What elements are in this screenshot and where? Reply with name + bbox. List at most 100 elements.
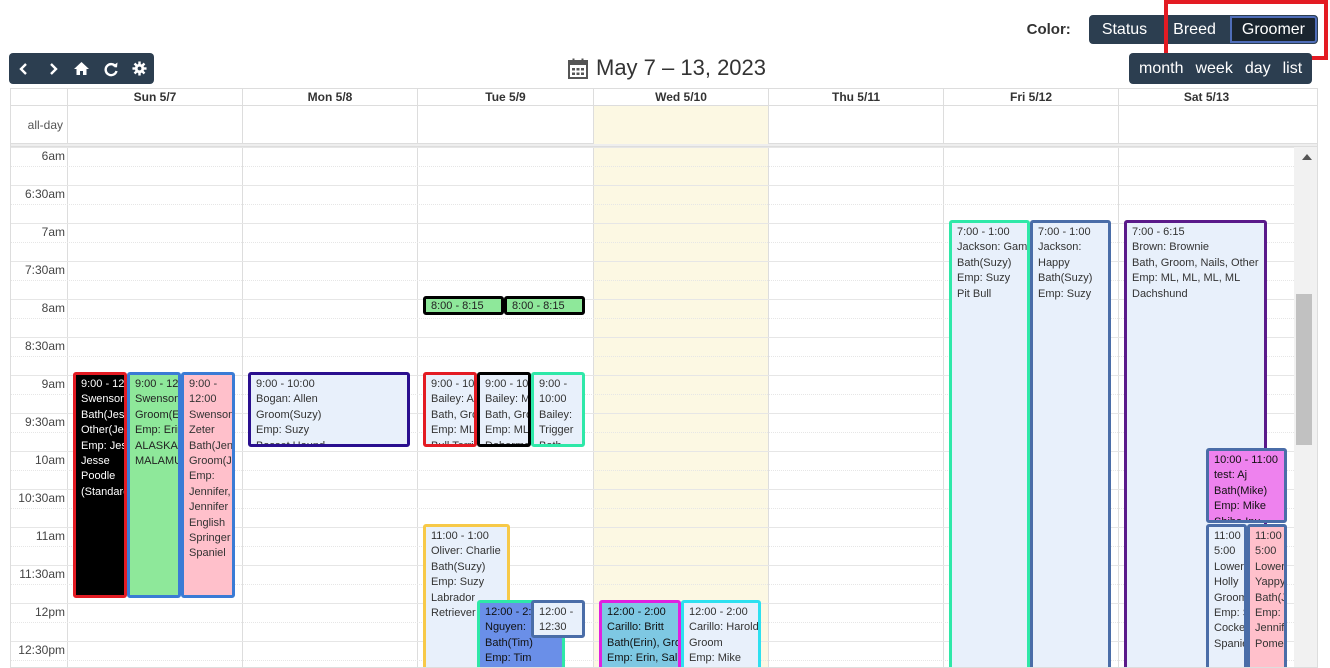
color-breed-button[interactable]: Breed [1160, 15, 1229, 44]
time-label: 9am [41, 377, 65, 391]
event-block[interactable]: 11:00 - 5:00 Lowery: Holly Groom(Emp: S Cocke… [1206, 524, 1247, 667]
event-text-line: Emp: Mike [689, 652, 741, 665]
event-text-line: Bailey: [539, 408, 573, 421]
allday-cell[interactable] [67, 106, 242, 144]
event-text-line: Bailey: Ac [431, 393, 477, 406]
event-text-line: Emp: Tim [485, 652, 532, 665]
scroll-up-button[interactable] [1294, 147, 1317, 167]
page-title: May 7 – 13, 2023 [568, 55, 766, 81]
event-text-line: Lowery: [1214, 560, 1244, 573]
event-text-line: 9:00 - [539, 378, 568, 390]
event-text-line: Bath(Suzy) [431, 560, 486, 573]
event-block[interactable]: 9:00 - 12: Swenson: Bath(Jess Other(Jes Emp:… [73, 372, 127, 598]
date-range-title: May 7 – 13, 2023 [596, 55, 767, 80]
event-text-line: Yappy [1255, 576, 1286, 589]
event-text-line: Holly [1214, 576, 1239, 589]
slot-line [11, 185, 1294, 186]
event-text-line: Oliver: Charlie [431, 545, 501, 558]
event-text-line: 9:00 - 10: [431, 378, 477, 390]
event-text-line: Jackson: Gamb [957, 241, 1030, 254]
event-block[interactable]: 9:00 - 12:00 Swenson: Zeter Bath(Jenn Groom(J… [181, 372, 235, 598]
event-block[interactable]: 8:00 - 8:15 [504, 296, 585, 315]
time-label: 8am [41, 301, 65, 315]
event-text-line: Emp: Erin, Sal [607, 652, 678, 665]
event-block[interactable]: 9:00 - 10: Bailey: M Bath, Gro Emp: ML, Dobe… [477, 372, 531, 447]
allday-cell[interactable] [1118, 106, 1294, 144]
event-text-line: MALAMU [135, 455, 181, 468]
event-text-line: Brown: Brownie [1132, 241, 1210, 254]
time-label: 11am [35, 529, 65, 543]
home-button[interactable] [67, 53, 96, 84]
refresh-button[interactable] [96, 53, 125, 84]
view-button-group: month week day list [1129, 53, 1313, 84]
event-block[interactable]: 8:00 - 8:15 [423, 296, 504, 315]
time-label: 6:30am [24, 187, 65, 201]
event-text-line: Lowery: [1255, 560, 1285, 573]
allday-cell[interactable] [242, 106, 417, 144]
settings-button[interactable] [125, 53, 154, 84]
event-text-line: Emp: ML, [485, 424, 531, 437]
time-label: 8:30am [24, 339, 65, 353]
calendar-icon [568, 58, 588, 79]
allday-cell-today[interactable] [593, 106, 768, 144]
event-text-line: Shiba Inu [1214, 515, 1261, 523]
event-text-line: ALASKAN [135, 439, 181, 452]
time-label: 10:30am [18, 491, 65, 505]
event-text-line: Bath(Suzy) [1038, 272, 1093, 285]
event-text-line: Groom(Suzy) [256, 408, 322, 421]
event-text-line: Bath(Je [1255, 591, 1287, 604]
event-text-line: Emp: Jess [81, 439, 127, 452]
event-block[interactable]: 12:00 - 2:00 Carillo: Harold Groom Emp: Mik… [681, 600, 761, 667]
event-block[interactable]: 7:00 - 1:00 Jackson: Gamb Bath(Suzy) Emp: S… [949, 220, 1030, 667]
chevron-right-icon [49, 62, 58, 75]
event-block[interactable]: 12:00 - 12:30 Bath [531, 600, 585, 638]
day-column-wed-today[interactable] [593, 147, 768, 667]
event-text-line: Bath, Gro [431, 408, 477, 421]
day-column-thu[interactable] [768, 147, 943, 667]
color-groomer-button[interactable]: Groomer [1228, 15, 1318, 44]
day-header: Sun 5/7 [67, 89, 242, 106]
event-text-line: 5:00 [1214, 545, 1236, 558]
event-block[interactable]: 12:00 - 2:00 Carillo: Britt Bath(Erin), Gr… [599, 600, 681, 667]
view-day-button[interactable]: day [1239, 53, 1277, 84]
event-block[interactable]: 9:00 - 10:00 Bailey: Trigger Bath [531, 372, 585, 447]
time-label: 9:30am [24, 415, 65, 429]
day-header: Sat 5/13 [1118, 89, 1294, 106]
event-text-line: Other(Jes [81, 424, 127, 437]
event-block[interactable]: 9:00 - 12: Swenson: Groom(Er Emp: Erin ALASK… [127, 372, 181, 598]
day-header: Tue 5/9 [417, 89, 593, 106]
event-text-line: Bath(Tim) [485, 636, 533, 649]
event-text-line: 12:00 - 2:00 [607, 606, 666, 618]
color-status-button[interactable]: Status [1088, 15, 1161, 44]
caret-up-icon [1301, 154, 1312, 160]
prev-button[interactable] [9, 53, 38, 84]
view-week-button[interactable]: week [1189, 53, 1238, 84]
event-text-line: Bath(Suzy) [957, 256, 1012, 269]
scrollbar-thumb[interactable] [1296, 294, 1312, 445]
event-block[interactable]: 9:00 - 10:00 Bogan: Allen Groom(Suzy) Emp: … [248, 372, 410, 447]
time-label: 11:30am [19, 567, 65, 581]
allday-cell[interactable] [417, 106, 593, 144]
nav-button-group [9, 53, 154, 84]
event-text-line: Bath(Erin), Groo [607, 636, 681, 649]
event-block[interactable]: 7:00 - 1:00 Jackson: Happy Bath(Suzy) Emp: S… [1030, 220, 1111, 667]
event-text-line: 10:00 [539, 393, 567, 406]
day-header-row: Sun 5/7 Mon 5/8 Tue 5/9 Wed 5/10 Thu 5/1… [11, 89, 1317, 106]
event-text-line: 9:00 - 10: [485, 378, 531, 390]
view-list-button[interactable]: list [1277, 53, 1309, 84]
view-month-button[interactable]: month [1133, 53, 1189, 84]
event-block[interactable]: 10:00 - 11:00 test: Aj Bath(Mike) Emp: Mike… [1206, 448, 1287, 523]
allday-cell[interactable] [768, 106, 943, 144]
event-text-line: Poodle [81, 470, 116, 483]
event-block[interactable]: 11:00 - 5:00 Lowery: Yappy Bath(Je Emp: Jennif… [1247, 524, 1287, 667]
event-text-line: Bath, Groom, Nails, Other [1132, 256, 1259, 269]
event-text-line: 11:00 - [1255, 530, 1287, 542]
next-button[interactable] [38, 53, 67, 84]
event-text-line: Emp: Suzy [1038, 287, 1092, 300]
event-text-line: Bogan: Allen [256, 393, 318, 406]
event-text-line: 7:00 - 1:00 [1038, 226, 1091, 238]
allday-cell[interactable] [943, 106, 1118, 144]
event-block[interactable]: 9:00 - 10: Bailey: Ac Bath, Gro Emp: ML, Bul… [423, 372, 477, 447]
event-text-line: Emp: Mike [1214, 500, 1266, 513]
event-text-line: 12:00 [189, 393, 217, 406]
